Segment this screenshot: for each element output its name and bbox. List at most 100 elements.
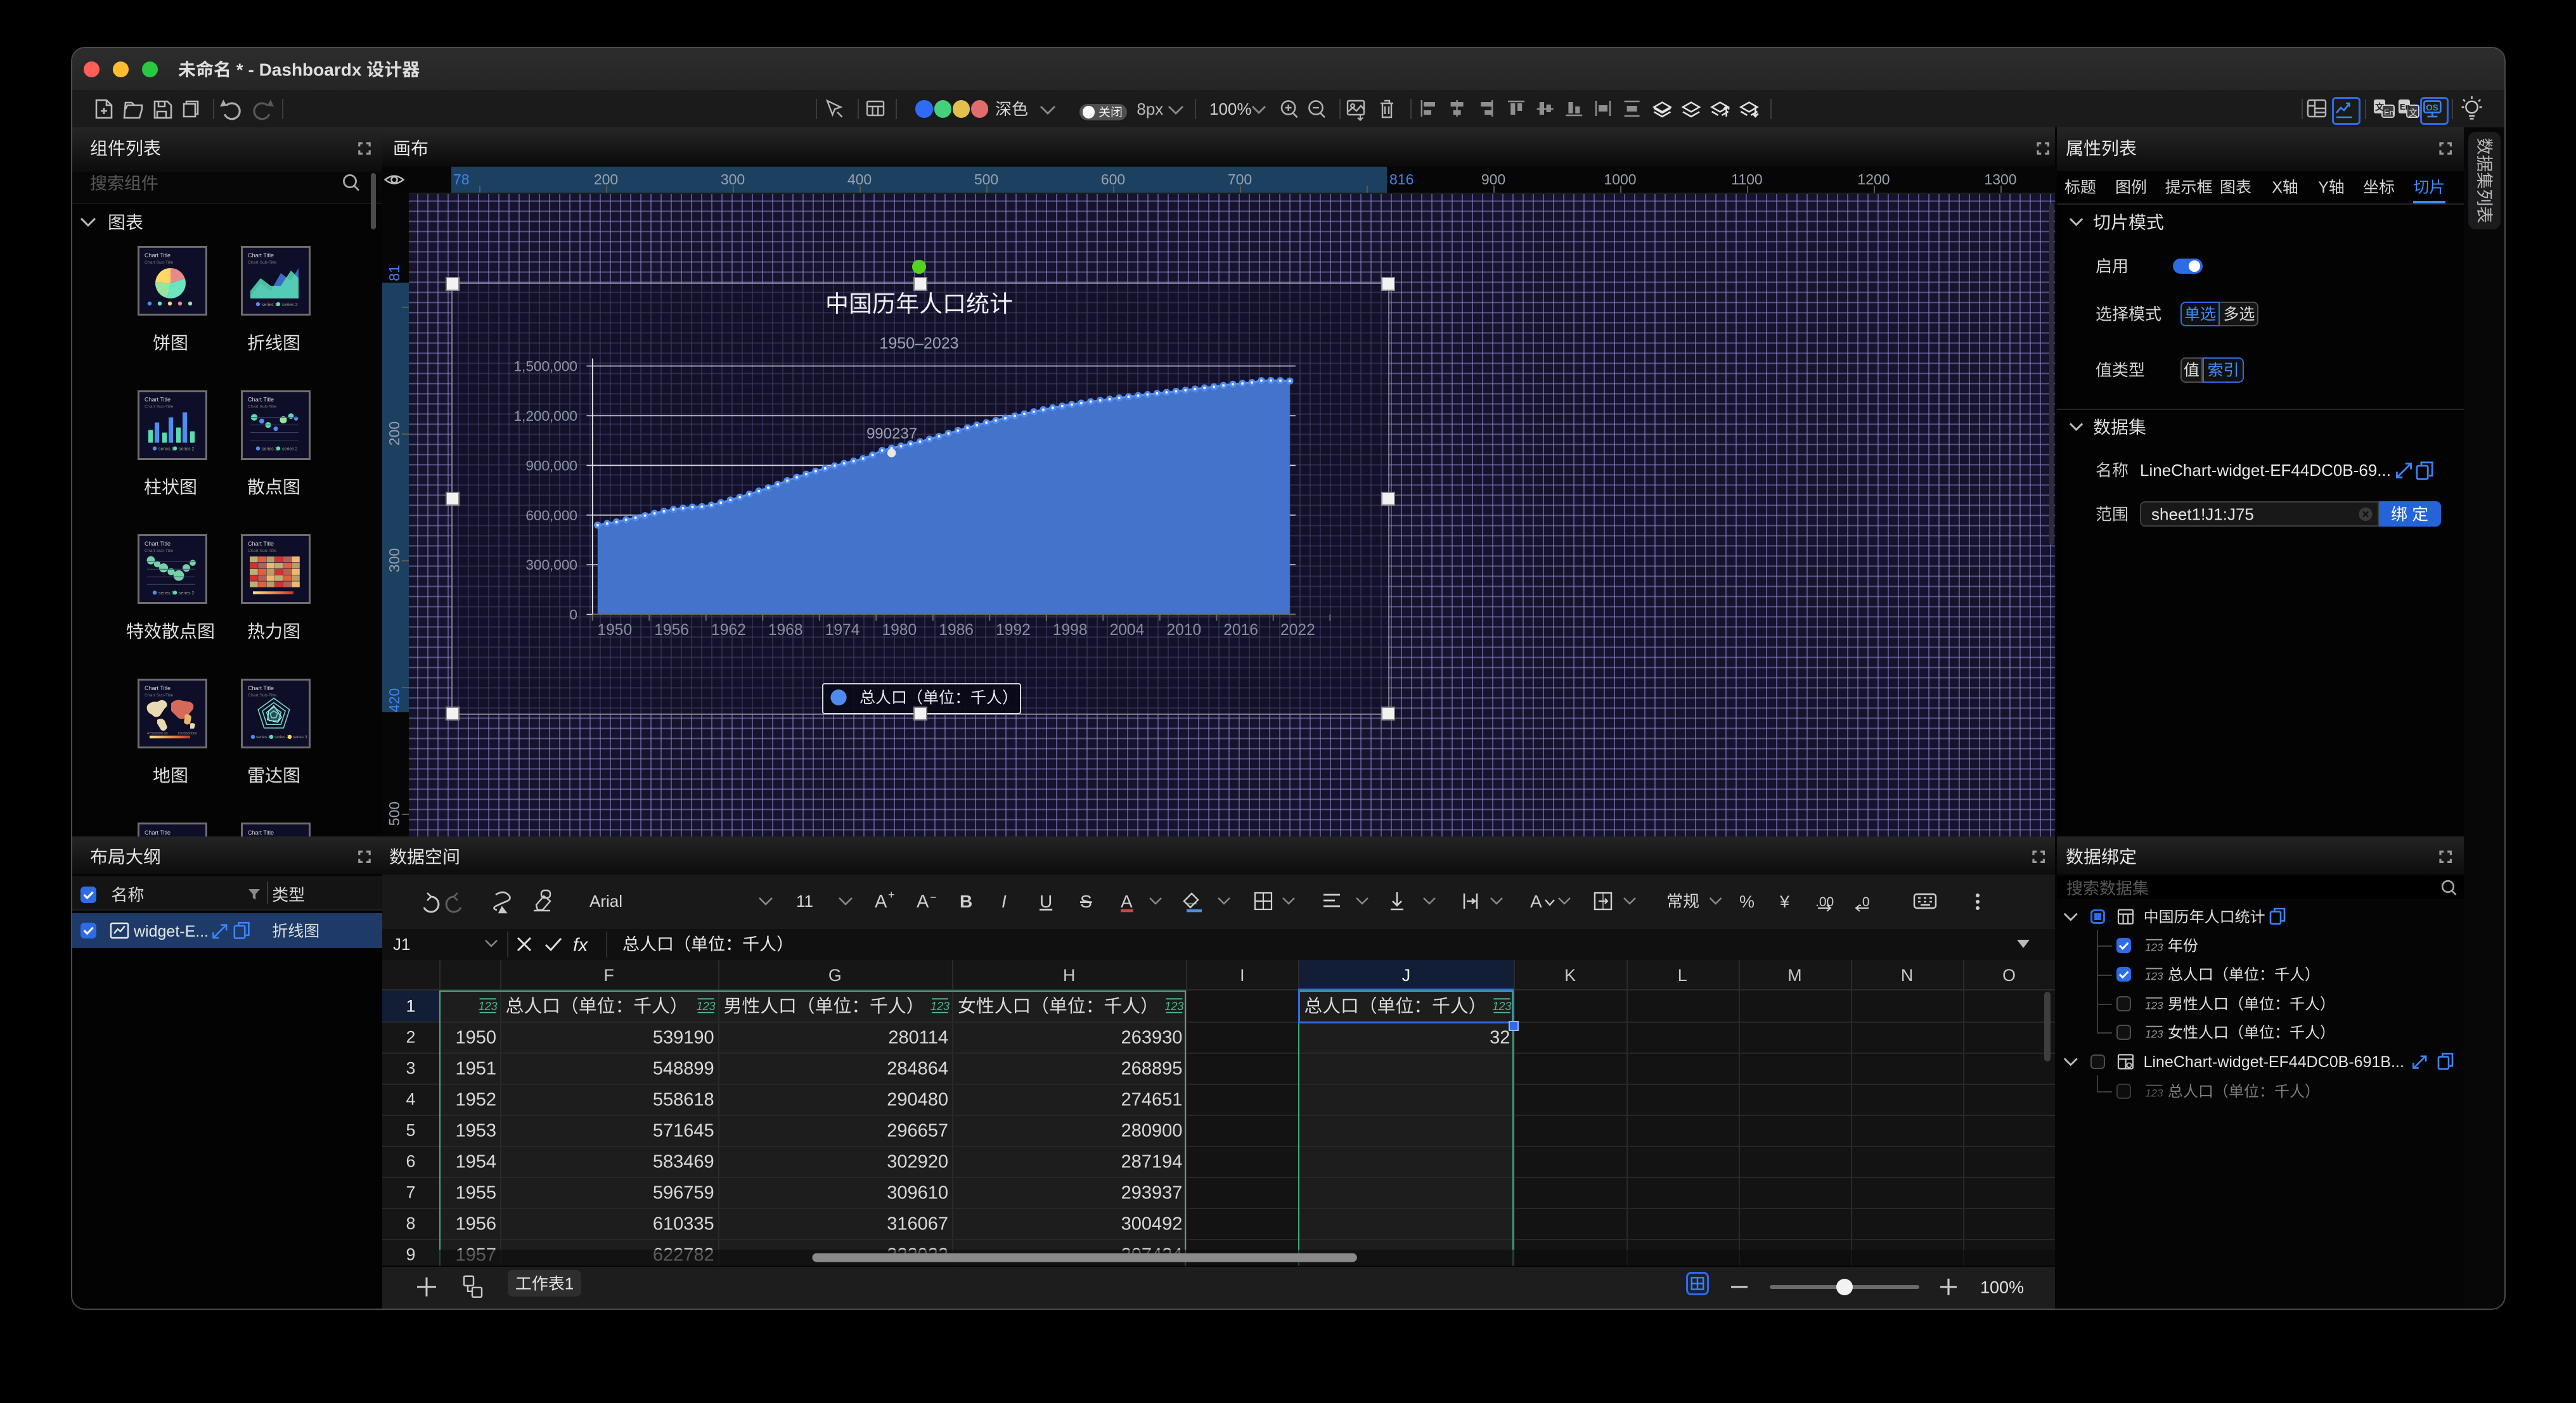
svg-text:A: A	[917, 892, 929, 912]
svg-text:1953: 1953	[455, 1120, 496, 1141]
svg-text:100%: 100%	[1209, 99, 1252, 119]
svg-text:1950–2023: 1950–2023	[879, 335, 958, 352]
svg-text:4: 4	[406, 1090, 416, 1109]
svg-text:Arial: Arial	[589, 892, 622, 911]
svg-text:1951: 1951	[455, 1058, 496, 1079]
svg-text:1950: 1950	[455, 1027, 496, 1047]
svg-text:Chart Sub-Title: Chart Sub-Title	[145, 405, 174, 409]
svg-text:78: 78	[453, 171, 470, 188]
svg-text:1974: 1974	[825, 622, 860, 639]
svg-text:A: A	[1530, 892, 1542, 911]
svg-text:8: 8	[406, 1214, 416, 1233]
svg-text:* - Dashboardx: * - Dashboardx	[236, 60, 362, 80]
svg-text:1956: 1956	[455, 1214, 496, 1234]
svg-text:302920: 302920	[887, 1151, 948, 1172]
svg-text:123: 123	[1164, 1000, 1183, 1013]
svg-text:series 2: series 2	[282, 303, 298, 307]
svg-text:Chart Title: Chart Title	[248, 397, 274, 403]
svg-text:文: 文	[2409, 108, 2418, 118]
svg-text:series 2: series 2	[274, 735, 289, 740]
svg-text:309610: 309610	[887, 1182, 948, 1203]
svg-text:0: 0	[569, 607, 577, 623]
svg-text:1950: 1950	[597, 622, 632, 639]
svg-text:8px: 8px	[1137, 99, 1163, 119]
svg-text:123: 123	[931, 1000, 950, 1013]
svg-text:6: 6	[406, 1152, 416, 1171]
svg-text:En: En	[2384, 108, 2394, 117]
svg-text:600: 600	[1101, 171, 1125, 188]
svg-text:300: 300	[721, 171, 745, 188]
svg-text:316067: 316067	[887, 1214, 948, 1234]
svg-text:123: 123	[2145, 999, 2163, 1011]
svg-text:287194: 287194	[1121, 1151, 1183, 1172]
svg-text:7: 7	[406, 1183, 416, 1202]
svg-text:900: 900	[1481, 171, 1505, 188]
svg-text:sheet1!J1:J75: sheet1!J1:J75	[2151, 505, 2254, 524]
svg-text:Chart Title: Chart Title	[145, 685, 171, 691]
svg-text:LineChart-widget-EF44DC0B-69..: LineChart-widget-EF44DC0B-69...	[2140, 461, 2391, 480]
svg-text:Chart Title: Chart Title	[248, 252, 274, 259]
svg-text:1300: 1300	[1984, 171, 2016, 188]
svg-text:1100: 1100	[1731, 171, 1762, 188]
svg-text:M: M	[1787, 966, 1801, 985]
svg-text:series 1: series 1	[158, 591, 174, 596]
svg-text:400: 400	[847, 171, 872, 188]
svg-text:Chart Title: Chart Title	[145, 397, 171, 403]
svg-text:600,000: 600,000	[525, 508, 577, 523]
svg-text:series 1: series 1	[262, 447, 278, 452]
svg-text:series 2: series 2	[179, 591, 195, 596]
svg-text:X: X	[2272, 179, 2283, 196]
svg-text:500: 500	[974, 171, 998, 188]
svg-text:1000: 1000	[1604, 171, 1636, 188]
svg-text:N: N	[1901, 966, 1913, 985]
svg-text:500: 500	[386, 802, 402, 826]
svg-text:series 2: series 2	[179, 447, 195, 452]
svg-text:Chart Sub-Title: Chart Sub-Title	[248, 405, 277, 409]
svg-text:OS: OS	[2426, 103, 2438, 112]
svg-text:1998: 1998	[1053, 622, 1088, 639]
svg-text:284864: 284864	[887, 1058, 948, 1079]
svg-text:J: J	[1402, 966, 1410, 985]
svg-text:1: 1	[406, 997, 416, 1016]
svg-text:I: I	[1240, 966, 1244, 985]
svg-text:series 2: series 2	[282, 447, 298, 452]
svg-text:Chart Sub-Title: Chart Sub-Title	[145, 693, 174, 698]
svg-text:2022: 2022	[1280, 622, 1315, 639]
svg-text:Chart Title: Chart Title	[145, 252, 171, 259]
svg-text:32: 32	[1490, 1027, 1510, 1047]
svg-text:1,500,000: 1,500,000	[513, 359, 577, 375]
svg-text:fx: fx	[573, 935, 588, 956]
svg-text:series 1: series 1	[158, 447, 174, 452]
svg-text:1992: 1992	[996, 622, 1031, 639]
svg-text:J1: J1	[393, 935, 410, 954]
svg-text:Chart Title: Chart Title	[248, 830, 274, 836]
svg-text:5: 5	[406, 1121, 416, 1140]
svg-text:Chart Title: Chart Title	[145, 830, 171, 836]
svg-text:990237: 990237	[866, 425, 917, 442]
svg-text:.00: .00	[1815, 895, 1834, 909]
svg-text:I: I	[1001, 892, 1007, 911]
svg-text:290480: 290480	[887, 1089, 948, 1110]
svg-text:123: 123	[2145, 1028, 2163, 1040]
svg-text:200: 200	[594, 171, 618, 188]
svg-text:610335: 610335	[653, 1214, 714, 1234]
svg-text:A: A	[875, 892, 887, 912]
svg-text:Y: Y	[2318, 179, 2329, 196]
svg-text:3: 3	[406, 1059, 416, 1078]
svg-text:Chart Title: Chart Title	[145, 541, 171, 547]
svg-text:539190: 539190	[653, 1027, 714, 1047]
svg-text:596759: 596759	[653, 1182, 714, 1203]
svg-text:¥: ¥	[1779, 892, 1790, 911]
svg-text:1500000000: 1500000000	[177, 732, 197, 736]
svg-text:1962: 1962	[711, 622, 746, 639]
svg-text:1954: 1954	[455, 1151, 496, 1172]
svg-text:200: 200	[386, 421, 402, 445]
svg-text:Chart Sub-Title: Chart Sub-Title	[145, 260, 174, 265]
svg-text:268895: 268895	[1121, 1058, 1183, 1079]
svg-text:1968: 1968	[768, 622, 803, 639]
svg-text:47500000.00: 47500000.00	[147, 732, 168, 736]
svg-text:548899: 548899	[653, 1058, 714, 1079]
svg-text:Chart Title: Chart Title	[248, 685, 274, 691]
svg-text:816: 816	[1389, 171, 1414, 188]
svg-text:Chart Sub-Title: Chart Sub-Title	[248, 260, 277, 265]
